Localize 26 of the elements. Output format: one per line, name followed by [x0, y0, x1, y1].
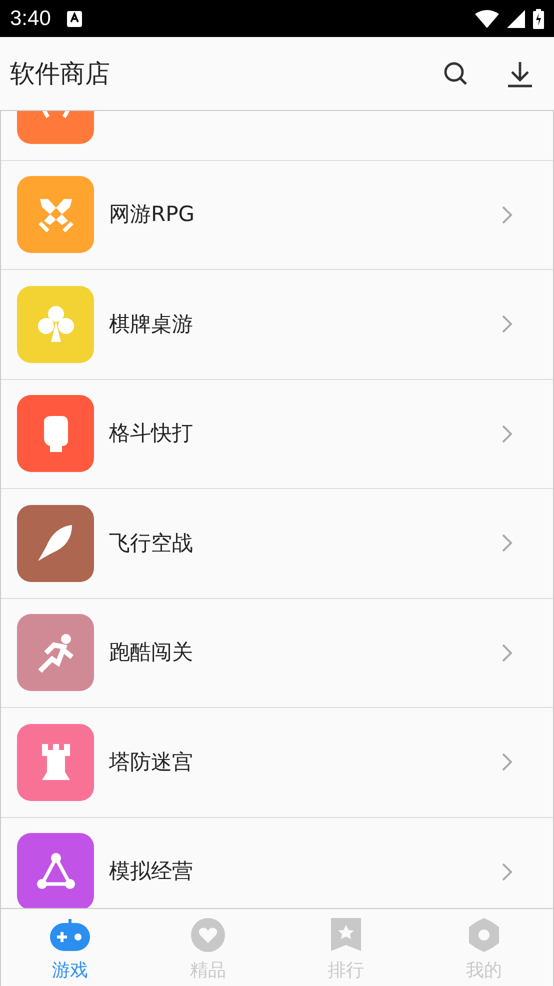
nav-tab[interactable]: 游戏 [1, 909, 139, 986]
category-label: 棋牌桌游 [109, 310, 193, 338]
bookmark-star-icon [330, 917, 362, 953]
category-label: 跑酷闯关 [109, 639, 193, 666]
wifi-icon [475, 10, 499, 28]
category-label: 网游RPG [109, 201, 195, 228]
chevron-icon [501, 533, 513, 554]
app-title: 软件商店 [10, 58, 110, 90]
chevron-icon [501, 204, 513, 225]
chevron-icon [501, 862, 513, 882]
search-icon [443, 60, 469, 86]
category-label: 塔防迷宫 [109, 748, 193, 776]
signal-icon [507, 10, 525, 28]
chevron-icon [501, 642, 513, 663]
category-label: 模拟经营 [109, 858, 193, 885]
status-time: 3:40 [10, 6, 51, 32]
chevron-icon [501, 424, 513, 444]
chevron-icon [501, 314, 513, 334]
battery-icon [533, 8, 544, 28]
chevron-icon [501, 752, 513, 772]
category-label: 格斗快打 [109, 420, 193, 447]
category-label: 飞行空战 [109, 530, 193, 556]
keyboard-notification-icon [66, 10, 82, 26]
gamepad-icon [49, 917, 91, 953]
settings-icon [466, 917, 502, 953]
download-icon [506, 60, 534, 88]
